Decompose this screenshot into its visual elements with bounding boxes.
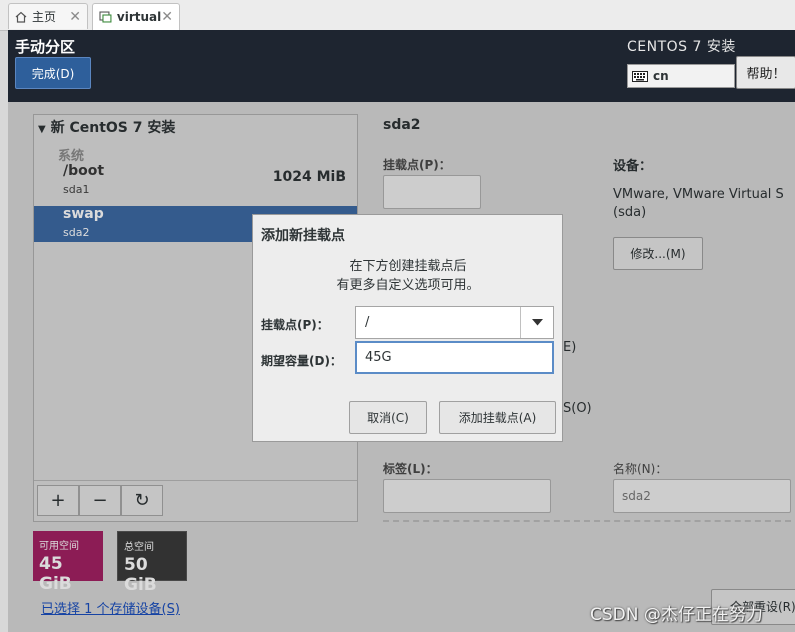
page-title: 手动分区 (15, 38, 76, 56)
mount-point-value: / (365, 315, 370, 330)
keyboard-icon (632, 70, 648, 82)
mount-point-label: 挂载点(P)： (261, 318, 329, 332)
dialog-description-line: 在下方创建挂载点后 (349, 259, 467, 274)
installer-header: 手动分区 完成(D) CENTOS 7 安装 cn 帮助！ (8, 30, 795, 102)
close-icon[interactable]: ✕ (161, 9, 173, 25)
product-title: CENTOS 7 安装 (627, 39, 736, 55)
tab-home[interactable]: 主页 ✕ (8, 3, 88, 29)
tab-home-label: 主页 (32, 10, 57, 24)
add-mount-point-button[interactable]: 添加挂载点(A) (439, 401, 556, 434)
dialog-description: 在下方创建挂载点后 有更多自定义选项可用。 (253, 257, 563, 295)
tab-virtual-label: virtual (116, 10, 162, 24)
add-mount-point-dialog: 添加新挂载点 在下方创建挂载点后 有更多自定义选项可用。 挂载点(P)： / 期… (252, 214, 563, 442)
vm-icon (99, 11, 112, 23)
close-icon[interactable]: ✕ (69, 9, 81, 25)
vm-tab-bar: 主页 ✕ virtual ✕ (0, 0, 795, 31)
desired-capacity-label: 期望容量(D)： (261, 354, 342, 368)
dialog-description-line: 有更多自定义选项可用。 (336, 278, 480, 293)
keyboard-layout-label: cn (653, 69, 669, 83)
dialog-title: 添加新挂载点 (261, 228, 345, 244)
mount-point-combobox[interactable]: / (355, 306, 554, 339)
chevron-down-icon[interactable] (520, 307, 553, 338)
keyboard-layout-indicator[interactable]: cn (627, 64, 735, 88)
desired-capacity-input[interactable]: 45G (355, 341, 554, 374)
cancel-button[interactable]: 取消(C) (349, 401, 427, 434)
help-button[interactable]: 帮助！ (736, 56, 795, 89)
watermark-text: CSDN @杰仔正在努力 (590, 605, 763, 625)
home-icon (15, 11, 27, 23)
tab-virtual[interactable]: virtual ✕ (92, 3, 180, 30)
done-button[interactable]: 完成(D) (15, 57, 91, 89)
